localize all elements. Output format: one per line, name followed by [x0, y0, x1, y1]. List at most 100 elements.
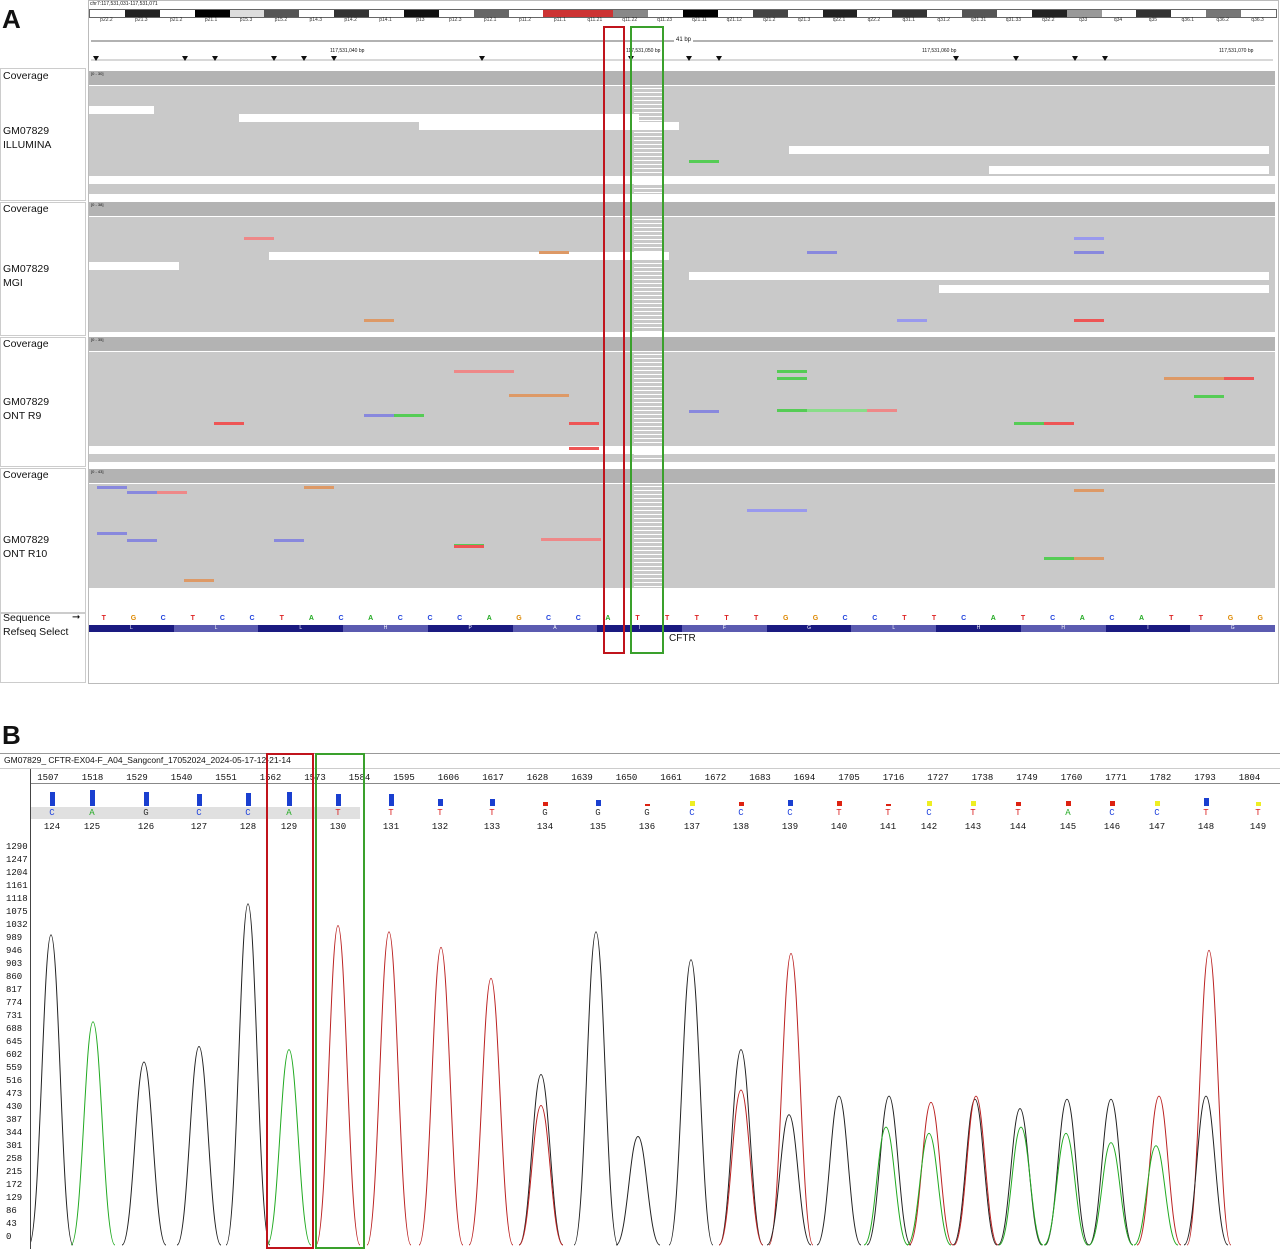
- mismatch-mark[interactable]: [274, 539, 304, 542]
- mismatch-mark[interactable]: [569, 422, 599, 425]
- mismatch-mark[interactable]: [777, 409, 807, 412]
- mismatch-mark[interactable]: [509, 394, 569, 397]
- ideogram-band[interactable]: [543, 10, 579, 17]
- coverage-track-ont-r9[interactable]: [0 - 35]: [89, 337, 1275, 351]
- mismatch-mark[interactable]: [867, 409, 897, 412]
- mismatch-mark[interactable]: [569, 447, 599, 450]
- read-alignments-ont-r10[interactable]: [89, 484, 1275, 595]
- amino-acid-block[interactable]: L: [173, 625, 259, 632]
- chromosome-ideogram[interactable]: [89, 9, 1277, 18]
- ideogram-band[interactable]: [1101, 10, 1137, 17]
- mismatch-mark[interactable]: [1224, 377, 1254, 380]
- mismatch-mark[interactable]: [244, 237, 274, 240]
- amino-acid-block[interactable]: A: [512, 625, 598, 632]
- amino-acid-block[interactable]: H: [1020, 625, 1106, 632]
- ideogram-band[interactable]: [892, 10, 928, 17]
- ideogram-band[interactable]: [752, 10, 788, 17]
- amino-acid-block[interactable]: I: [1105, 625, 1191, 632]
- coverage-track-mgi[interactable]: [0 - 38]: [89, 202, 1275, 216]
- ideogram-band[interactable]: [962, 10, 997, 17]
- amino-acid-block[interactable]: G: [1190, 625, 1275, 632]
- mismatch-mark[interactable]: [689, 160, 719, 163]
- mismatch-mark[interactable]: [127, 491, 157, 494]
- mismatch-mark[interactable]: [689, 410, 719, 413]
- ideogram-band[interactable]: [1031, 10, 1067, 17]
- ideogram-band[interactable]: [334, 10, 370, 17]
- amino-acid-block[interactable]: H: [343, 625, 428, 632]
- ideogram-band[interactable]: [1066, 10, 1102, 17]
- mismatch-mark[interactable]: [1074, 557, 1104, 560]
- ideogram-band[interactable]: [124, 10, 160, 17]
- ideogram-band[interactable]: [229, 10, 265, 17]
- ideogram-band[interactable]: [299, 10, 335, 17]
- ideogram-band[interactable]: [1206, 10, 1242, 17]
- mismatch-mark[interactable]: [127, 539, 157, 542]
- mismatch-mark[interactable]: [1164, 377, 1224, 380]
- ideogram-band[interactable]: [996, 10, 1032, 17]
- reference-sequence-track[interactable]: TGCTCCTACACCCAGCCATTTTTGGCCTTCATCACATTGG: [89, 615, 1275, 623]
- mismatch-mark[interactable]: [364, 414, 394, 417]
- mismatch-mark[interactable]: [1044, 422, 1074, 425]
- ideogram-band[interactable]: [369, 10, 404, 17]
- mismatch-mark[interactable]: [304, 486, 334, 489]
- ideogram-band[interactable]: [403, 10, 439, 17]
- mismatch-mark[interactable]: [1014, 422, 1044, 425]
- mismatch-mark[interactable]: [1044, 557, 1074, 560]
- mismatch-mark[interactable]: [97, 486, 127, 489]
- read-alignments-ont-r9[interactable]: [89, 352, 1275, 462]
- mismatch-mark[interactable]: [539, 251, 569, 254]
- mismatch-mark[interactable]: [807, 409, 867, 412]
- ideogram-band[interactable]: [473, 10, 509, 17]
- ideogram-band[interactable]: [508, 10, 544, 17]
- ideogram-band[interactable]: [159, 10, 195, 17]
- mismatch-mark[interactable]: [777, 377, 807, 380]
- coverage-track-illumina[interactable]: [0 - 30]: [89, 71, 1275, 85]
- ideogram-band[interactable]: [90, 10, 125, 17]
- mismatch-mark[interactable]: [1074, 319, 1104, 322]
- mismatch-mark[interactable]: [807, 251, 837, 254]
- mismatch-mark[interactable]: [157, 491, 187, 494]
- ideogram-band[interactable]: [438, 10, 474, 17]
- ideogram-band[interactable]: [683, 10, 718, 17]
- coverage-track-ont-r10[interactable]: [0 - 43]: [89, 469, 1275, 483]
- mismatch-mark[interactable]: [1194, 395, 1224, 398]
- mismatch-mark[interactable]: [1074, 489, 1104, 492]
- chromatogram-traces[interactable]: [31, 845, 1280, 1247]
- amino-acid-block[interactable]: L: [89, 625, 174, 632]
- ideogram-band[interactable]: [264, 10, 300, 17]
- ideogram-band[interactable]: [717, 10, 753, 17]
- mismatch-mark[interactable]: [777, 370, 807, 373]
- read-alignments-mgi[interactable]: [89, 217, 1275, 332]
- ideogram-band[interactable]: [857, 10, 893, 17]
- amino-acid-block[interactable]: H: [936, 625, 1021, 632]
- ideogram-band[interactable]: [578, 10, 614, 17]
- ideogram-band[interactable]: [194, 10, 230, 17]
- mismatch-mark[interactable]: [214, 422, 244, 425]
- ideogram-band[interactable]: [1241, 10, 1276, 17]
- mismatch-mark[interactable]: [97, 532, 127, 535]
- mismatch-mark[interactable]: [541, 538, 601, 541]
- mismatch-mark[interactable]: [1074, 251, 1104, 254]
- ideogram-band[interactable]: [613, 10, 649, 17]
- amino-acid-block[interactable]: F: [682, 625, 767, 632]
- ideogram-band[interactable]: [1171, 10, 1207, 17]
- mismatch-mark[interactable]: [394, 414, 424, 417]
- mismatch-mark[interactable]: [454, 545, 484, 548]
- amino-acid-block[interactable]: G: [766, 625, 852, 632]
- mismatch-mark[interactable]: [1074, 237, 1104, 240]
- ideogram-band[interactable]: [927, 10, 963, 17]
- read-alignments-illumina[interactable]: [89, 86, 1275, 194]
- amino-acid-block[interactable]: P: [427, 625, 513, 632]
- ideogram-band[interactable]: [822, 10, 858, 17]
- amino-acid-block[interactable]: L: [851, 625, 937, 632]
- mismatch-mark[interactable]: [364, 319, 394, 322]
- mismatch-mark[interactable]: [454, 370, 514, 373]
- ideogram-band[interactable]: [648, 10, 683, 17]
- mismatch-mark[interactable]: [897, 319, 927, 322]
- ideogram-band[interactable]: [787, 10, 823, 17]
- ideogram-band[interactable]: [1136, 10, 1172, 17]
- mismatch-mark[interactable]: [747, 509, 807, 512]
- mismatch-mark[interactable]: [184, 579, 214, 582]
- strand-arrow-icon[interactable]: ➞: [72, 612, 80, 623]
- amino-acid-block[interactable]: L: [258, 625, 344, 632]
